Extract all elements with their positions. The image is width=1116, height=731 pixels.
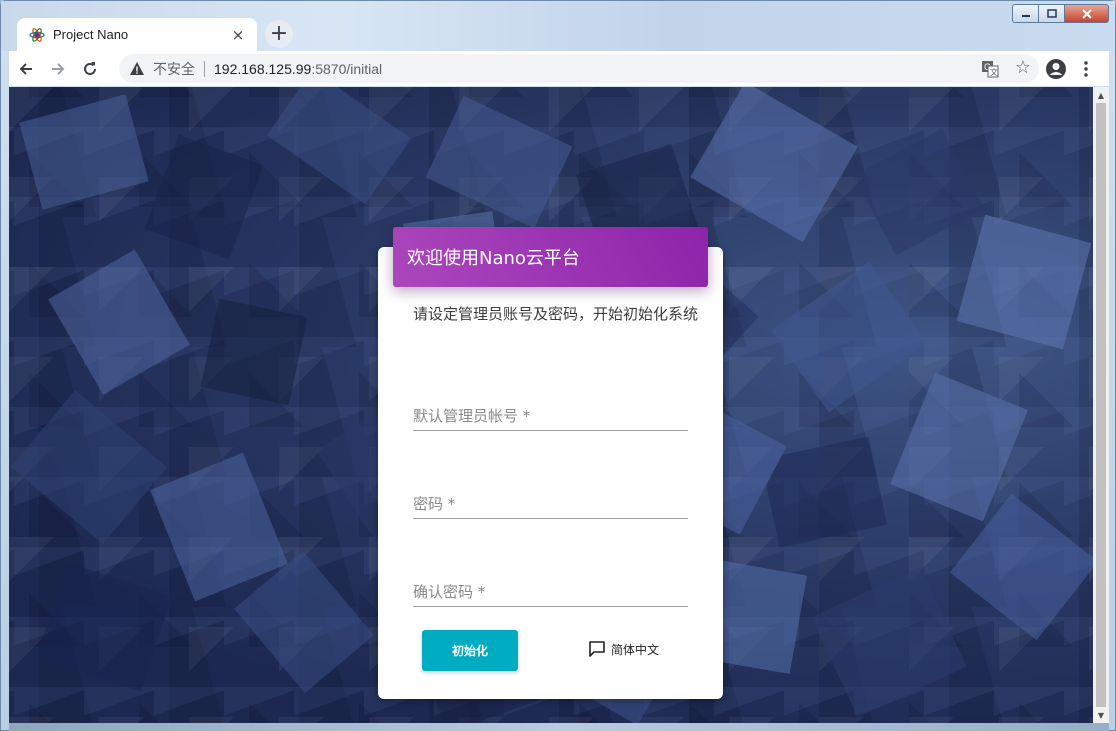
maximize-icon [1046, 8, 1057, 18]
nano-favicon-icon [29, 27, 45, 43]
password-input[interactable] [413, 489, 688, 518]
bookmark-star-icon[interactable]: ☆ [1015, 58, 1031, 78]
browser-toolbar: 不安全 192.168.125.99 :5870/initial G 文 ☆ [9, 51, 1109, 86]
warning-icon [130, 61, 144, 75]
confirm-password-input[interactable] [413, 577, 688, 606]
language-selector[interactable]: 简体中文 [588, 640, 659, 658]
insecure-label[interactable]: 不安全 [153, 59, 195, 79]
username-input[interactable] [413, 401, 688, 430]
forward-button[interactable] [43, 54, 73, 84]
scroll-down-arrow-icon[interactable]: ▼ [1093, 707, 1109, 723]
account-icon [1046, 59, 1066, 79]
browser-window: Project Nano × + 不安全 192.168.125.99:587… [0, 0, 1116, 731]
maximize-button[interactable] [1039, 4, 1065, 23]
username-field[interactable] [413, 401, 688, 431]
close-icon [1081, 8, 1092, 19]
menu-button[interactable] [1071, 54, 1101, 84]
page-background: 欢迎使用Nano云平台 请设定管理员账号及密码，开始初始化系统 初始化 简体中文 [9, 87, 1093, 723]
vertical-scrollbar[interactable]: ▲ ▼ [1093, 87, 1109, 723]
reload-icon [84, 61, 96, 75]
tab-strip: Project Nano × + [1, 1, 1115, 51]
forward-arrow-icon [52, 62, 65, 75]
minimize-button[interactable] [1012, 4, 1039, 23]
chat-bubble-icon [589, 641, 605, 657]
card-title: 欢迎使用Nano云平台 [407, 248, 580, 269]
window-close-button[interactable] [1065, 4, 1109, 23]
tab-title: Project Nano [53, 27, 129, 42]
scrollbar-thumb[interactable] [1096, 103, 1106, 707]
card-description: 请设定管理员账号及密码，开始初始化系统 [413, 305, 699, 323]
window-bottom-edge [9, 723, 1109, 731]
profile-button[interactable] [1041, 54, 1071, 84]
scroll-up-arrow-icon[interactable]: ▲ [1093, 87, 1109, 103]
svg-text:文: 文 [990, 67, 998, 77]
address-bar[interactable]: 不安全 192.168.125.99 :5870/initial G 文 ☆ [119, 54, 1039, 83]
new-tab-button[interactable]: + [265, 20, 293, 48]
url-path: :5870/initial [311, 60, 383, 77]
back-arrow-icon [19, 62, 32, 75]
password-field[interactable] [413, 489, 688, 519]
minimize-icon [1021, 14, 1030, 17]
window-controls [1012, 4, 1109, 23]
browser-tab[interactable]: Project Nano × [17, 18, 257, 51]
toolbar-right [1041, 54, 1101, 84]
address-separator [204, 60, 205, 77]
translate-icon[interactable]: G 文 [981, 60, 999, 78]
reload-button[interactable] [75, 54, 105, 84]
confirm-password-field[interactable] [413, 577, 688, 607]
back-button[interactable] [11, 54, 41, 84]
card-header: 欢迎使用Nano云平台 [393, 227, 708, 287]
tab-close-icon[interactable]: × [229, 26, 247, 44]
more-vert-icon [1084, 61, 1088, 77]
initialize-button[interactable]: 初始化 [422, 630, 518, 671]
init-card: 欢迎使用Nano云平台 请设定管理员账号及密码，开始初始化系统 初始化 简体中文 [378, 227, 723, 699]
url-host: 192.168.125.99 [214, 60, 312, 77]
language-label: 简体中文 [611, 642, 660, 657]
